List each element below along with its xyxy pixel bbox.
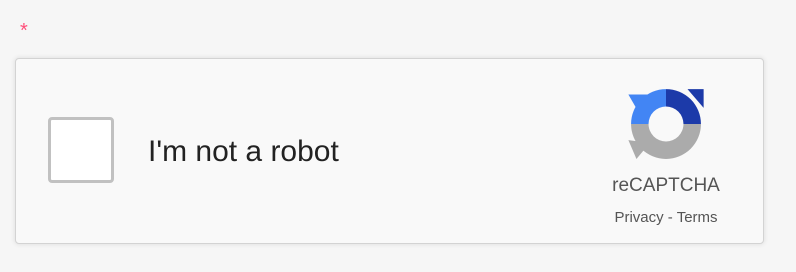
checkbox-label: I'm not a robot [148, 135, 339, 168]
recaptcha-branding: reCAPTCHA Privacy - Terms [586, 81, 746, 227]
required-marker: * [20, 20, 28, 42]
privacy-terms-links: Privacy - Terms [586, 209, 746, 227]
recaptcha-widget: I'm not a robot reCAPTCHA Privacy - Term… [15, 58, 764, 244]
privacy-link[interactable]: Privacy [614, 209, 663, 226]
recaptcha-brand-name: reCAPTCHA [612, 175, 720, 196]
recaptcha-logo-icon [628, 89, 704, 159]
terms-link[interactable]: Terms [677, 209, 718, 226]
link-separator: - [663, 209, 677, 226]
not-a-robot-checkbox[interactable] [48, 117, 114, 183]
